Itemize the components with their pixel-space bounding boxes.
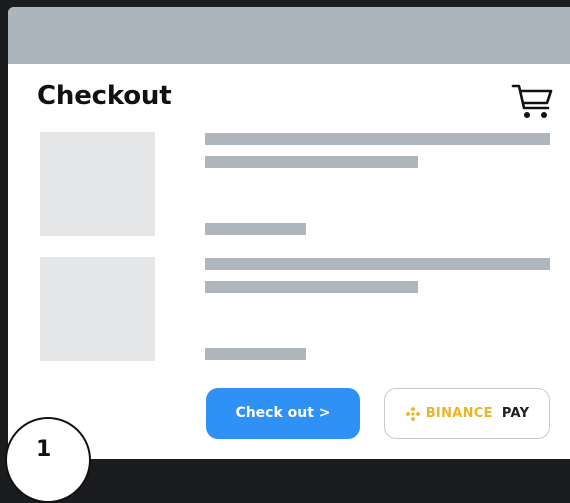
product-price-line [205, 348, 306, 360]
checkout-screen: Checkout Check out > BINANCE PAY [8, 7, 570, 459]
product-title-line [205, 258, 550, 270]
product-subtitle-line [205, 156, 418, 168]
product-subtitle-line [205, 281, 418, 293]
checkout-button[interactable]: Check out > [206, 388, 360, 439]
cart-icon[interactable] [511, 81, 555, 121]
product-title-line [205, 133, 550, 145]
binance-pay-button[interactable]: BINANCE PAY [384, 388, 550, 439]
product-price-line [205, 223, 306, 235]
top-status-bar [8, 7, 570, 64]
binance-logo-icon [405, 405, 421, 422]
page-title: Checkout [37, 81, 172, 111]
step-number: 1 [36, 437, 52, 462]
binance-brand-label: BINANCE [425, 406, 493, 421]
product-thumbnail [40, 132, 155, 236]
product-thumbnail [40, 257, 155, 361]
binance-pay-label: PAY [501, 406, 530, 421]
